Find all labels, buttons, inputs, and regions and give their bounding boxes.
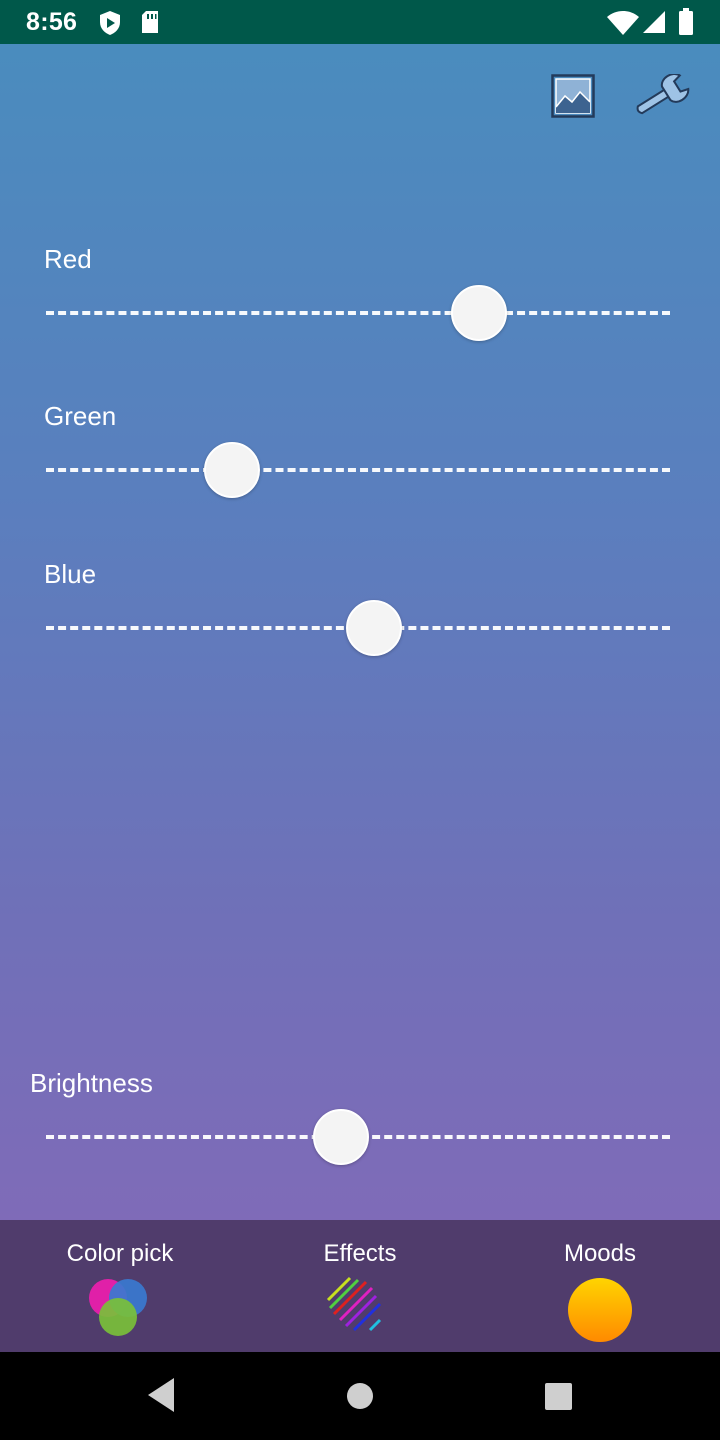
blue-label: Blue [44,559,97,589]
blue-slider-thumb[interactable] [345,600,402,656]
red-slider[interactable] [46,285,670,341]
cell-signal-icon [642,10,666,39]
color-pick-icon [86,1276,150,1340]
tab-color-pick[interactable]: Color pick [0,1220,240,1352]
bottom-tab-bar: Color pick Effects Moods [0,1220,720,1352]
brightness-slider[interactable] [46,1109,670,1165]
tab-moods-label: Moods [563,1240,637,1267]
moods-icon [566,1276,632,1342]
sd-card-icon [140,10,160,39]
effects-icon [326,1276,390,1340]
status-bar: 8:56 [0,0,720,44]
green-slider[interactable] [46,442,670,498]
tab-moods[interactable]: Moods [480,1220,720,1352]
back-icon[interactable] [146,1372,176,1423]
app-content: Red Green Blue Brightness [0,44,720,1220]
recents-icon[interactable] [545,1383,572,1415]
blue-slider[interactable] [46,600,670,656]
green-label: Green [44,401,117,431]
status-time: 8:56 [26,8,78,36]
red-slider-track [46,311,670,315]
green-slider-track [46,468,670,472]
tab-effects-label: Effects [323,1240,397,1267]
tab-effects[interactable]: Effects [240,1220,480,1352]
red-label: Red [44,244,92,274]
navigation-bar [0,1352,720,1440]
battery-icon [678,8,694,41]
wifi-icon [606,10,640,41]
home-icon[interactable] [346,1382,374,1415]
brightness-label: Brightness [30,1068,153,1098]
brightness-slider-thumb[interactable] [313,1109,370,1165]
play-protect-icon [98,10,122,41]
wrench-icon[interactable] [634,73,690,123]
tab-color-pick-label: Color pick [66,1240,174,1267]
screen: 8:56 Red Green Blue Brightness Color pic… [0,0,720,1440]
green-slider-thumb[interactable] [204,442,261,498]
red-slider-thumb[interactable] [450,285,507,341]
image-icon[interactable] [551,74,595,123]
